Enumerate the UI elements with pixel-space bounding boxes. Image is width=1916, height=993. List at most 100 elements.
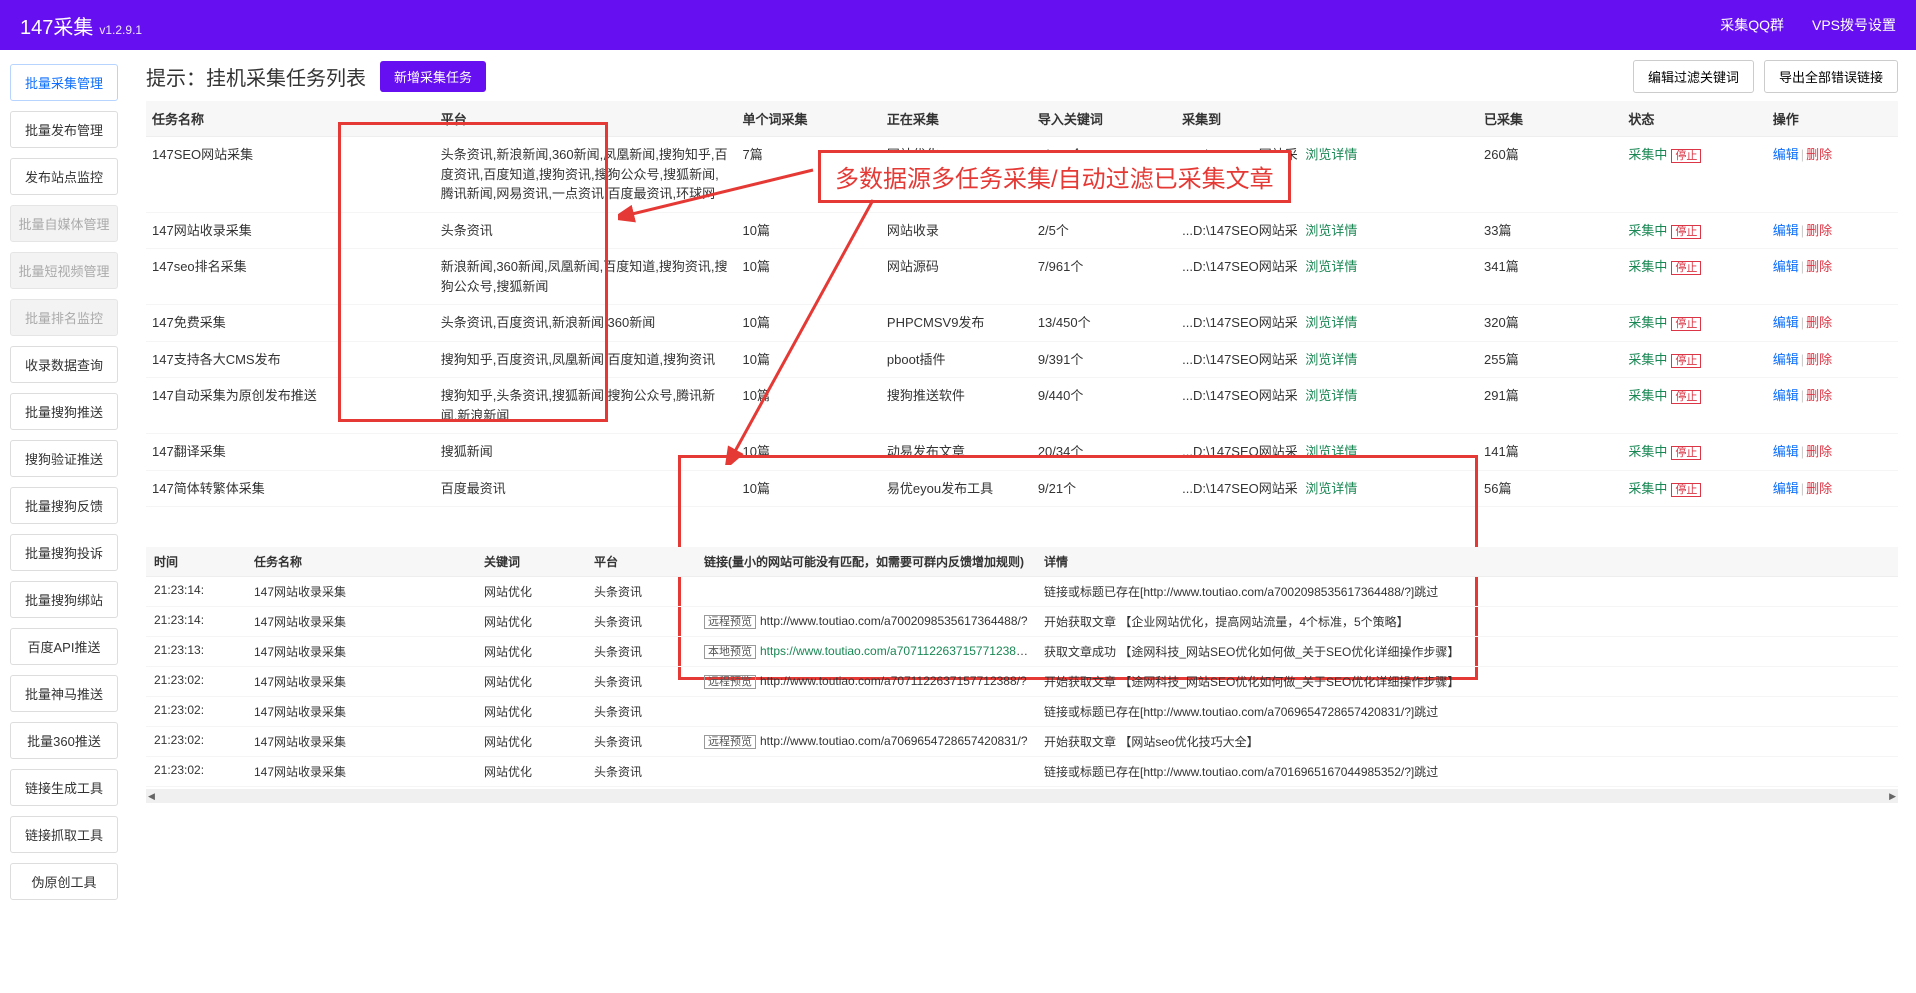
- stop-button[interactable]: 停止: [1671, 390, 1701, 404]
- edit-link[interactable]: 编辑: [1773, 147, 1799, 162]
- edit-link[interactable]: 编辑: [1773, 481, 1799, 496]
- task-header: 已采集: [1478, 101, 1622, 137]
- task-name: 147SEO网站采集: [146, 137, 435, 213]
- edit-link[interactable]: 编辑: [1773, 388, 1799, 403]
- edit-link[interactable]: 编辑: [1773, 315, 1799, 330]
- delete-link[interactable]: 删除: [1806, 481, 1832, 496]
- log-detail: 链接或标题已存在[http://www.toutiao.com/a7002098…: [1036, 577, 1898, 607]
- task-name: 147简体转繁体采集: [146, 470, 435, 507]
- sidebar-item-17[interactable]: 伪原创工具: [10, 863, 118, 900]
- remote-preview-tag[interactable]: 远程预览: [704, 615, 756, 629]
- task-name: 147seo排名采集: [146, 249, 435, 305]
- horizontal-scrollbar[interactable]: ◀ ▶: [146, 789, 1898, 803]
- delete-link[interactable]: 删除: [1806, 444, 1832, 459]
- task-collected: 260篇: [1478, 137, 1622, 213]
- task-dest: ...D:\147SEO网站采 浏览详情: [1176, 470, 1478, 507]
- sidebar-item-14[interactable]: 批量360推送: [10, 722, 118, 759]
- stop-button[interactable]: 停止: [1671, 149, 1701, 163]
- task-collecting: 易优eyou发布工具: [881, 470, 1032, 507]
- log-time: 21:23:13:: [146, 637, 246, 667]
- sidebar-item-8[interactable]: 搜狗验证推送: [10, 440, 118, 477]
- stop-button[interactable]: 停止: [1671, 483, 1701, 497]
- sidebar-item-1[interactable]: 批量发布管理: [10, 111, 118, 148]
- log-row: 21:23:14:147网站收录采集网站优化头条资讯链接或标题已存在[http:…: [146, 577, 1898, 607]
- sidebar-item-16[interactable]: 链接抓取工具: [10, 816, 118, 853]
- task-actions: 编辑|删除: [1767, 434, 1898, 471]
- local-preview-tag[interactable]: 本地预览: [704, 645, 756, 659]
- task-header: 操作: [1767, 101, 1898, 137]
- link-qq-group[interactable]: 采集QQ群: [1720, 15, 1784, 35]
- stop-button[interactable]: 停止: [1671, 317, 1701, 331]
- remote-preview-tag[interactable]: 远程预览: [704, 675, 756, 689]
- sidebar-item-9[interactable]: 批量搜狗反馈: [10, 487, 118, 524]
- sidebar-item-2[interactable]: 发布站点监控: [10, 158, 118, 195]
- stop-button[interactable]: 停止: [1671, 446, 1701, 460]
- delete-link[interactable]: 删除: [1806, 147, 1832, 162]
- browse-link[interactable]: 浏览详情: [1305, 315, 1357, 330]
- stop-button[interactable]: 停止: [1671, 261, 1701, 275]
- delete-link[interactable]: 删除: [1806, 259, 1832, 274]
- log-link: 远程预览http://www.toutiao.com/a706965472865…: [696, 727, 1036, 757]
- edit-link[interactable]: 编辑: [1773, 444, 1799, 459]
- stop-button[interactable]: 停止: [1671, 225, 1701, 239]
- browse-link[interactable]: 浏览详情: [1305, 481, 1357, 496]
- task-dest: ...D:\147SEO网站采 浏览详情: [1176, 341, 1478, 378]
- task-keywords: 9/440个: [1032, 378, 1176, 434]
- task-status: 采集中停止: [1622, 434, 1766, 471]
- task-row: 147seo排名采集新浪新闻,360新闻,凤凰新闻,百度知道,搜狗资讯,搜狗公众…: [146, 249, 1898, 305]
- edit-filter-button[interactable]: 编辑过滤关键词: [1633, 60, 1754, 93]
- app-version: v1.2.9.1: [99, 23, 142, 37]
- task-name: 147自动采集为原创发布推送: [146, 378, 435, 434]
- sidebar-item-12[interactable]: 百度API推送: [10, 628, 118, 665]
- edit-link[interactable]: 编辑: [1773, 352, 1799, 367]
- log-header: 链接(量小的网站可能没有匹配，如需要可群内反馈增加规则): [696, 547, 1036, 577]
- log-link: [696, 757, 1036, 787]
- sidebar-item-10[interactable]: 批量搜狗投诉: [10, 534, 118, 571]
- scroll-left-icon[interactable]: ◀: [148, 791, 155, 802]
- export-errors-button[interactable]: 导出全部错误链接: [1764, 60, 1898, 93]
- log-link: 远程预览http://www.toutiao.com/a700209853561…: [696, 607, 1036, 637]
- sidebar-item-13[interactable]: 批量神马推送: [10, 675, 118, 712]
- log-keyword: 网站优化: [476, 697, 586, 727]
- delete-link[interactable]: 删除: [1806, 223, 1832, 238]
- browse-link[interactable]: 浏览详情: [1305, 444, 1357, 459]
- log-header: 平台: [586, 547, 696, 577]
- remote-preview-tag[interactable]: 远程预览: [704, 735, 756, 749]
- task-platform: 百度最资讯: [435, 470, 737, 507]
- browse-link[interactable]: 浏览详情: [1305, 223, 1357, 238]
- task-status: 采集中停止: [1622, 212, 1766, 249]
- task-header: 任务名称: [146, 101, 435, 137]
- new-task-button[interactable]: 新增采集任务: [380, 61, 486, 92]
- sidebar-item-11[interactable]: 批量搜狗绑站: [10, 581, 118, 618]
- task-keywords: 2/5个: [1032, 212, 1176, 249]
- log-keyword: 网站优化: [476, 637, 586, 667]
- scroll-right-icon[interactable]: ▶: [1889, 791, 1896, 802]
- task-platform: 搜狗知乎,头条资讯,搜狐新闻,搜狗公众号,腾讯新闻,新浪新闻: [435, 378, 737, 434]
- task-row: 147免费采集头条资讯,百度资讯,新浪新闻,360新闻10篇PHPCMSV9发布…: [146, 305, 1898, 342]
- sidebar-item-7[interactable]: 批量搜狗推送: [10, 393, 118, 430]
- browse-link[interactable]: 浏览详情: [1305, 259, 1357, 274]
- browse-link[interactable]: 浏览详情: [1305, 352, 1357, 367]
- task-row: 147SEO网站采集头条资讯,新浪新闻,360新闻,凤凰新闻,搜狗知乎,百度资讯…: [146, 137, 1898, 213]
- sidebar-item-6[interactable]: 收录数据查询: [10, 346, 118, 383]
- delete-link[interactable]: 删除: [1806, 315, 1832, 330]
- link-vps-dial[interactable]: VPS拨号设置: [1812, 15, 1896, 35]
- log-task: 147网站收录采集: [246, 727, 476, 757]
- sidebar-item-15[interactable]: 链接生成工具: [10, 769, 118, 806]
- browse-link[interactable]: 浏览详情: [1305, 388, 1357, 403]
- edit-link[interactable]: 编辑: [1773, 223, 1799, 238]
- log-header: 任务名称: [246, 547, 476, 577]
- sidebar-item-0[interactable]: 批量采集管理: [10, 64, 118, 101]
- browse-link[interactable]: 浏览详情: [1305, 147, 1357, 162]
- log-task: 147网站收录采集: [246, 637, 476, 667]
- task-actions: 编辑|删除: [1767, 341, 1898, 378]
- delete-link[interactable]: 删除: [1806, 352, 1832, 367]
- delete-link[interactable]: 删除: [1806, 388, 1832, 403]
- task-actions: 编辑|删除: [1767, 305, 1898, 342]
- stop-button[interactable]: 停止: [1671, 354, 1701, 368]
- task-name: 147网站收录采集: [146, 212, 435, 249]
- task-dest: ...D:\147SEO网站采 浏览详情: [1176, 305, 1478, 342]
- task-count: 10篇: [737, 249, 881, 305]
- edit-link[interactable]: 编辑: [1773, 259, 1799, 274]
- task-header: 导入关键词: [1032, 101, 1176, 137]
